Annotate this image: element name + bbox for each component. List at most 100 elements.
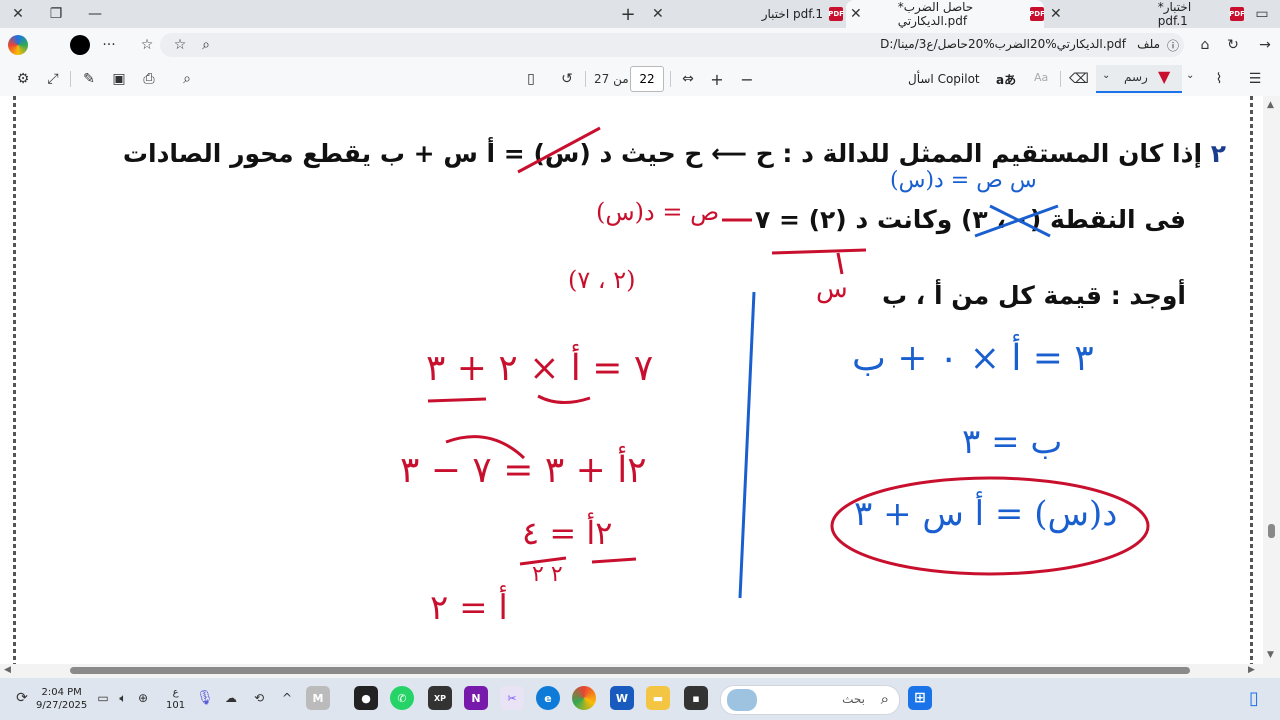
read-aloud-icon[interactable]: aあ [996, 71, 1016, 88]
hw-right-step-1: ٣ = أ × ٠ + ب [852, 338, 1094, 379]
microphone-icon[interactable]: 🎙︎ [196, 688, 214, 708]
volume-icon[interactable]: 🔈︎ [114, 688, 132, 708]
taskbar: 2:04 PM 9/27/2025 ⟳ ▭ 🔈︎ ⊕ ع 101 🎙︎ ☁ ⟲ … [0, 678, 1280, 720]
app-icon-3[interactable]: ▪ [684, 686, 708, 710]
print-icon[interactable]: ⎙ [138, 68, 160, 90]
underline-mark [771, 248, 867, 255]
pdf-toolbar: ⚙ ⤢ ✎ ▣ ⎙ ⌕ ▯ ↺ من 27 22 ⇔ + − اسأل Copi… [0, 62, 1280, 97]
divider [70, 71, 71, 87]
divider [585, 71, 586, 87]
back-icon[interactable]: → [1254, 34, 1276, 56]
minimize-window-icon[interactable]: — [85, 4, 105, 24]
chevron-up-icon[interactable]: ^ [278, 688, 296, 708]
tab-label: *حاصل الضرب الديكارتي.pdf [897, 0, 974, 28]
address-row: ··· ☆ ☆ ⌕ D:/الديكارتي%20الضرب%20حاصل/ع3… [0, 28, 1280, 62]
notification-icon[interactable]: ⟳ [12, 688, 32, 708]
page-view-icon[interactable]: ▯ [520, 68, 542, 90]
home-icon[interactable]: ⌂ [1194, 34, 1216, 56]
text-size-icon[interactable]: Aa [1034, 71, 1048, 84]
highlight-icon[interactable]: ⌇ [1208, 68, 1230, 90]
file-label: ملف [1137, 37, 1160, 51]
close-tab-icon[interactable]: ✕ [652, 6, 664, 22]
edge-icon[interactable]: e [536, 686, 560, 710]
horizontal-scrollbar[interactable]: ◀ ▶ [0, 664, 1280, 678]
fullscreen-icon[interactable]: ⤢ [42, 68, 64, 90]
copilot-icon[interactable] [8, 35, 28, 55]
more-icon[interactable]: ··· [98, 34, 120, 56]
app-icon-2[interactable]: ● [354, 686, 378, 710]
url-text[interactable]: D:/الديكارتي%20الضرب%20حاصل/ع3/مينا.pdf [880, 37, 1126, 51]
network-icon[interactable]: ⊕ [134, 688, 152, 708]
close-window-icon[interactable]: ✕ [8, 4, 28, 24]
language-indicator[interactable]: ع 101 [166, 686, 185, 712]
xp-pen-icon[interactable]: XP [428, 686, 452, 710]
close-tab-icon[interactable]: ✕ [1050, 6, 1062, 22]
scroll-right-icon[interactable]: ▶ [1248, 665, 1255, 675]
refresh-icon[interactable]: ↻ [1222, 34, 1244, 56]
favorites-icon[interactable]: ☆ [136, 34, 158, 56]
start-button[interactable]: ⊞ [908, 686, 932, 710]
tab-ikhtibar-1[interactable]: ✕ *اختبار pdf.1 PDF [1046, 0, 1245, 28]
tab-hasil-al-darb[interactable]: ✕ *حاصل الضرب الديكارتي.pdf PDF [846, 0, 1045, 28]
cross-mark [989, 204, 1051, 238]
taskbar-search-box[interactable]: بحث ⌕ [720, 685, 900, 715]
zoom-out-button[interactable]: − [736, 68, 758, 90]
hw-red-note-2: (٢ ، ٧) [568, 266, 636, 294]
pdf-icon: PDF [828, 7, 844, 21]
onenote-icon[interactable]: N [464, 686, 488, 710]
arrow-mark [836, 252, 844, 275]
scroll-down-icon[interactable]: ▼ [1267, 650, 1274, 660]
file-explorer-icon[interactable]: ▬ [646, 686, 670, 710]
whatsapp-icon[interactable]: ✆ [390, 686, 414, 710]
search-placeholder: بحث [842, 692, 865, 706]
word-icon[interactable]: W [610, 686, 634, 710]
contents-icon[interactable]: ☰ [1244, 68, 1266, 90]
battery-icon[interactable]: ▭ [94, 688, 112, 708]
cloud-icon[interactable]: ☁ [222, 688, 240, 708]
profile-avatar[interactable] [70, 35, 90, 55]
app-icon-1[interactable]: M [306, 686, 330, 710]
underline-mark [537, 394, 591, 404]
chevron-down-icon[interactable]: ⌄ [1186, 70, 1194, 81]
strike-mark [517, 126, 601, 174]
restore-window-icon[interactable]: ❐ [46, 4, 66, 24]
fit-width-icon[interactable]: ⇔ [677, 68, 699, 90]
rotate-icon[interactable]: ↺ [556, 68, 578, 90]
search-icon[interactable]: ⌕ [176, 68, 198, 90]
hw-left-step-2: ٢أ + ٣ = ٧ − ٣ [400, 450, 647, 491]
scroll-left-icon[interactable]: ◀ [4, 665, 11, 675]
draw-label: رسم [1124, 70, 1148, 84]
page-number-input[interactable]: 22 [630, 66, 664, 92]
settings-icon[interactable]: ⚙ [12, 68, 34, 90]
clock[interactable]: 2:04 PM 9/27/2025 [36, 686, 87, 712]
new-tab-button[interactable]: + [618, 4, 638, 25]
scroll-thumb[interactable] [1268, 524, 1275, 538]
save-icon[interactable]: ▣ [108, 68, 130, 90]
draw-button[interactable]: ⌄ رسم ▼ [1096, 65, 1182, 93]
scroll-up-icon[interactable]: ▲ [1267, 100, 1274, 110]
hw-left-step-1: ٧ = أ × ٢ + ٣ [426, 348, 654, 389]
sync-icon[interactable]: ⟲ [250, 688, 268, 708]
save-as-icon[interactable]: ✎ [78, 68, 100, 90]
underline-mark [427, 397, 487, 403]
zoom-icon[interactable]: ⌕ [196, 35, 216, 55]
star-icon[interactable]: ☆ [170, 35, 190, 55]
close-tab-icon[interactable]: ✕ [850, 6, 862, 22]
info-icon[interactable]: ⓘ [1164, 36, 1182, 54]
tab-actions-icon[interactable]: ▭ [1252, 4, 1272, 24]
address-bar[interactable]: ☆ ⌕ D:/الديكارتي%20الضرب%20حاصل/ع3/مينا.… [160, 33, 1184, 57]
hscroll-thumb[interactable] [70, 667, 1190, 674]
hw-right-answer: د(س) = أ س + ٣ [854, 494, 1118, 534]
show-desktop-icon[interactable]: ▯ [1242, 686, 1266, 710]
snipping-tool-icon[interactable]: ✂ [500, 686, 524, 710]
hw-right-step-2: ب = ٣ [962, 422, 1063, 462]
tab-ikhtibar-2[interactable]: ✕ اختبار pdf.1 PDF [648, 0, 844, 28]
ask-copilot-button[interactable]: اسأل Copilot [908, 72, 980, 86]
eraser-icon[interactable]: ⌫ [1068, 68, 1090, 90]
chevron-down-icon[interactable]: ⌄ [1102, 70, 1110, 81]
pdf-icon: PDF [1229, 7, 1245, 21]
vertical-scrollbar[interactable]: ▲ ▼ [1263, 96, 1280, 664]
zoom-in-button[interactable]: + [706, 68, 728, 90]
chrome-icon[interactable] [572, 686, 596, 710]
search-highlight-image [727, 689, 757, 711]
